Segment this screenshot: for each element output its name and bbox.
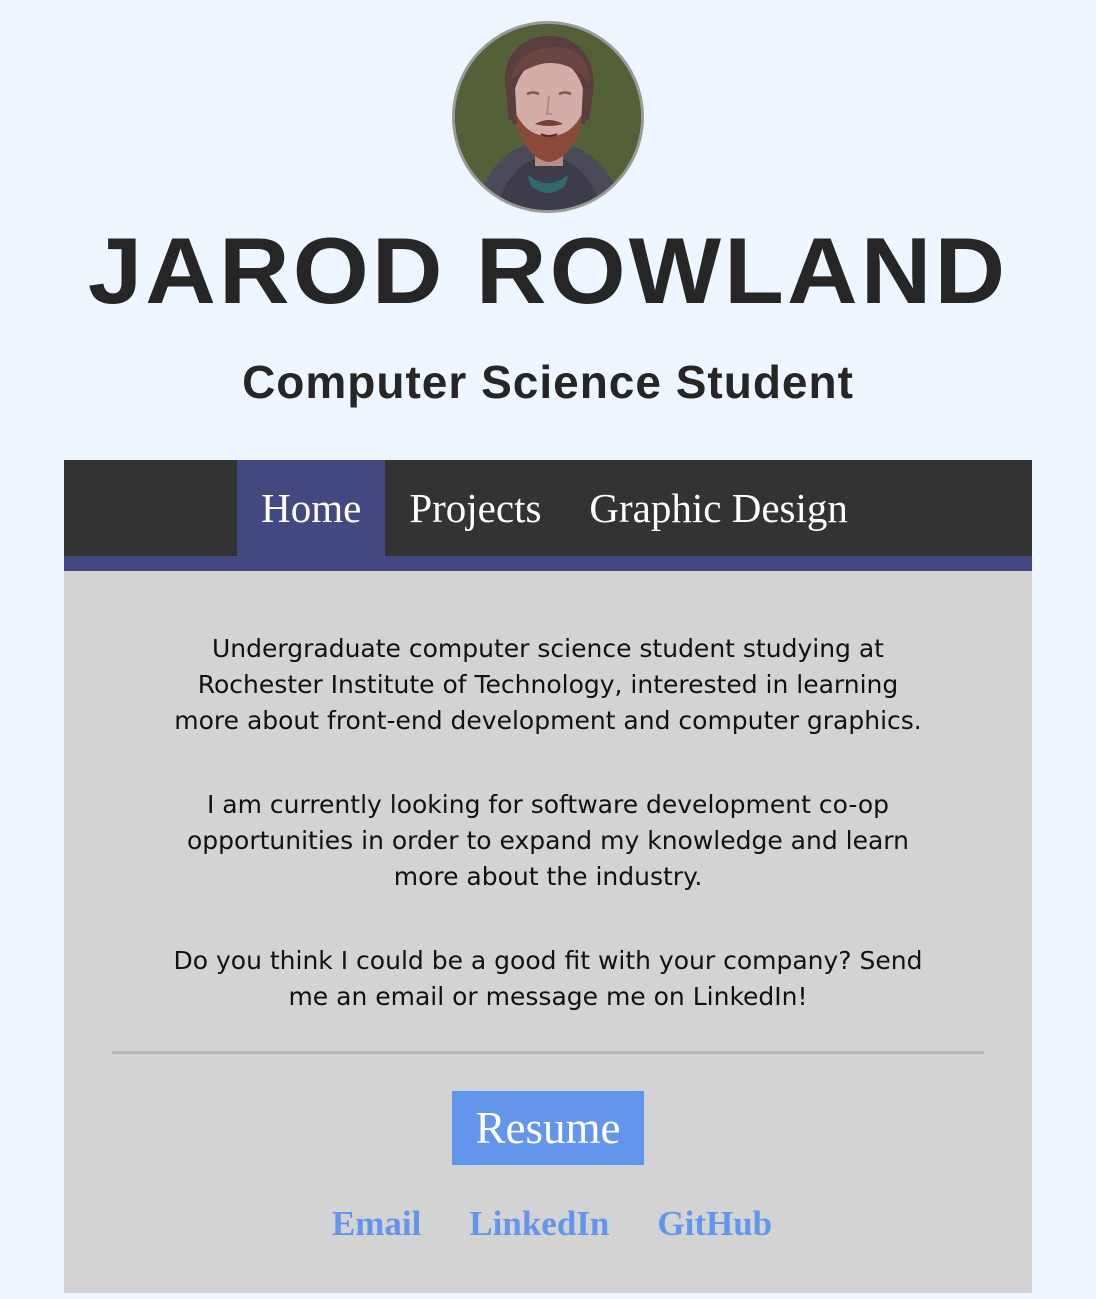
nav-item-home[interactable]: Home bbox=[237, 460, 386, 556]
page-title: JAROD ROWLAND bbox=[87, 218, 1009, 323]
linkedin-link[interactable]: LinkedIn bbox=[469, 1200, 609, 1248]
avatar bbox=[452, 21, 644, 213]
divider bbox=[112, 1051, 984, 1054]
page-subtitle: Computer Science Student bbox=[242, 356, 854, 408]
main-nav: Home Projects Graphic Design bbox=[64, 460, 1032, 571]
portfolio-page: JAROD ROWLAND Computer Science Student H… bbox=[0, 0, 1096, 1299]
nav-list: Home Projects Graphic Design bbox=[224, 460, 872, 556]
main-card: Home Projects Graphic Design Undergradua… bbox=[64, 460, 1032, 1293]
nav-item-projects[interactable]: Projects bbox=[385, 460, 565, 556]
resume-button[interactable]: Resume bbox=[452, 1091, 644, 1165]
email-link[interactable]: Email bbox=[332, 1200, 421, 1248]
coop-paragraph: I am currently looking for software deve… bbox=[187, 790, 909, 891]
intro-paragraph: Undergraduate computer science student s… bbox=[174, 634, 922, 735]
avatar-illustration-icon bbox=[455, 24, 641, 210]
github-link[interactable]: GitHub bbox=[657, 1200, 772, 1248]
contact-paragraph: Do you think I could be a good fit with … bbox=[173, 946, 923, 1011]
contact-links: Email LinkedIn GitHub bbox=[64, 1200, 1036, 1248]
nav-item-graphic-design[interactable]: Graphic Design bbox=[565, 460, 871, 556]
